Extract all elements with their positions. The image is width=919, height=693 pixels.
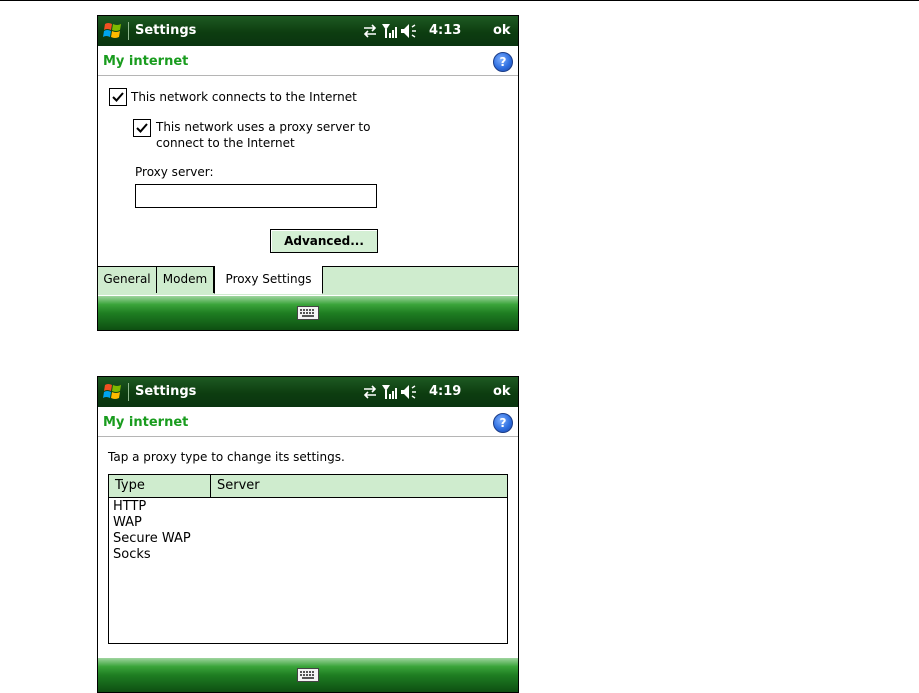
connection-arrows-icon bbox=[363, 24, 377, 38]
signal-strength-icon bbox=[382, 385, 397, 399]
list-header: Type Server bbox=[109, 475, 507, 498]
list-item-http[interactable]: HTTP bbox=[113, 499, 146, 515]
help-icon[interactable]: ? bbox=[493, 413, 513, 433]
list-item-secure-wap[interactable]: Secure WAP bbox=[113, 531, 191, 547]
page-header: My internet ? bbox=[98, 47, 518, 76]
page-title: My internet bbox=[103, 54, 189, 69]
column-header-server[interactable]: Server bbox=[212, 475, 260, 497]
help-icon[interactable]: ? bbox=[493, 52, 513, 72]
list-item-wap[interactable]: WAP bbox=[113, 515, 142, 531]
column-header-type[interactable]: Type bbox=[109, 475, 211, 497]
page-title: My internet bbox=[103, 415, 189, 430]
clock[interactable]: 4:13 bbox=[429, 23, 461, 38]
tab-modem[interactable]: Modem bbox=[157, 266, 214, 293]
status-icons[interactable] bbox=[363, 21, 427, 41]
checkmark-icon bbox=[136, 123, 148, 133]
tab-proxy-settings[interactable]: Proxy Settings bbox=[214, 266, 323, 294]
app-title: Settings bbox=[135, 384, 197, 399]
page-header: My internet ? bbox=[98, 408, 518, 437]
uses-proxy-checkbox[interactable] bbox=[133, 119, 151, 137]
connects-internet-checkbox[interactable] bbox=[109, 88, 127, 106]
uses-proxy-label-line2[interactable]: connect to the Internet bbox=[156, 135, 295, 151]
tab-bar: General Modem Proxy Settings bbox=[98, 266, 518, 295]
status-icons[interactable] bbox=[363, 382, 427, 402]
top-rule bbox=[0, 0, 919, 1]
instruction-text: Tap a proxy type to change its settings. bbox=[108, 450, 345, 464]
ok-button[interactable]: ok bbox=[493, 23, 511, 38]
keyboard-icon[interactable] bbox=[297, 306, 319, 320]
soft-key-bar bbox=[98, 658, 518, 692]
proxy-server-label: Proxy server: bbox=[135, 165, 214, 179]
ok-button[interactable]: ok bbox=[493, 384, 511, 399]
windows-logo-icon[interactable] bbox=[102, 21, 124, 41]
speaker-icon bbox=[401, 385, 416, 399]
advanced-button[interactable]: Advanced... bbox=[270, 229, 378, 253]
connects-internet-label[interactable]: This network connects to the Internet bbox=[131, 89, 357, 105]
title-separator bbox=[128, 383, 129, 401]
windows-logo-icon[interactable] bbox=[102, 382, 124, 402]
soft-key-bar bbox=[98, 296, 518, 330]
tab-general[interactable]: General bbox=[98, 266, 157, 293]
uses-proxy-label-line1[interactable]: This network uses a proxy server to bbox=[156, 119, 370, 135]
app-title: Settings bbox=[135, 23, 197, 38]
keyboard-icon[interactable] bbox=[297, 668, 319, 682]
proxy-types-screen: Settings 4:19 ok My internet ? Tap a pro… bbox=[97, 376, 519, 693]
title-bar: Settings 4:13 ok bbox=[98, 16, 518, 46]
title-bar: Settings 4:19 ok bbox=[98, 377, 518, 407]
proxy-server-input[interactable] bbox=[135, 184, 377, 208]
checkmark-icon bbox=[112, 92, 124, 102]
connection-arrows-icon bbox=[363, 385, 377, 399]
signal-strength-icon bbox=[382, 24, 397, 38]
list-item-socks[interactable]: Socks bbox=[113, 547, 151, 563]
proxy-settings-screen: Settings 4:13 ok My internet ? This netw… bbox=[97, 15, 519, 331]
clock[interactable]: 4:19 bbox=[429, 384, 461, 399]
proxy-type-list[interactable]: Type Server HTTP WAP Secure WAP Socks bbox=[108, 474, 508, 644]
speaker-icon bbox=[401, 24, 416, 38]
title-separator bbox=[128, 22, 129, 40]
